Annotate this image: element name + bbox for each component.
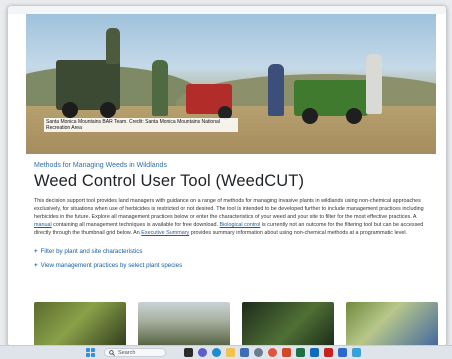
hero-caption: Santa Monica Mountains BAR Team. Credit:… <box>44 118 238 132</box>
page-title: Weed Control User Tool (WeedCUT) <box>34 172 305 190</box>
task-view-icon[interactable] <box>184 348 193 357</box>
taskbar: Search <box>0 345 452 359</box>
main-content: Methods for Managing Weeds in Wildlands … <box>34 156 430 269</box>
chrome-icon[interactable] <box>268 348 277 357</box>
species-accordion-toggle[interactable]: + View management practices by select pl… <box>34 262 430 269</box>
manual-link[interactable]: manual <box>34 222 52 228</box>
plus-icon: + <box>34 262 38 270</box>
windows-start-icon[interactable] <box>86 348 95 357</box>
thumbnail-3[interactable] <box>242 302 334 346</box>
browser-window: Santa Monica Mountains BAR Team. Credit:… <box>7 5 447 347</box>
chat-icon[interactable] <box>198 348 207 357</box>
acrobat-icon[interactable] <box>324 348 333 357</box>
filter-accordion-toggle[interactable]: + Filter by plant and site characteristi… <box>34 248 430 255</box>
hero-photo: Santa Monica Mountains BAR Team. Credit:… <box>26 14 436 154</box>
thumbnail-1[interactable] <box>34 302 126 346</box>
taskbar-search[interactable]: Search <box>104 348 166 357</box>
thumbnail-4[interactable] <box>346 302 438 346</box>
practice-thumbnail-grid <box>34 302 438 346</box>
section-eyebrow: Methods for Managing Weeds in Wildlands <box>34 162 167 169</box>
person-blue-shirt <box>268 64 284 116</box>
settings-icon[interactable] <box>254 348 263 357</box>
outlook-icon[interactable] <box>310 348 319 357</box>
executive-summary-link[interactable]: Executive Summary <box>141 230 189 236</box>
biological-control-link[interactable]: Biological control <box>220 222 261 228</box>
excel-icon[interactable] <box>296 348 305 357</box>
edge-icon[interactable] <box>212 348 221 357</box>
search-icon <box>109 349 115 356</box>
person-white-shirt <box>366 54 382 114</box>
search-placeholder: Search <box>118 349 136 356</box>
store-icon[interactable] <box>240 348 249 357</box>
plus-icon: + <box>34 248 38 256</box>
office-icon[interactable] <box>282 348 291 357</box>
word-icon[interactable] <box>338 348 347 357</box>
intro-paragraph: This decision support tool provides land… <box>34 198 424 237</box>
file-explorer-icon[interactable] <box>226 348 235 357</box>
page-top-gap <box>8 6 446 14</box>
person-standing-vehicle <box>106 28 120 64</box>
person-green-shirt <box>152 60 168 116</box>
photos-icon[interactable] <box>352 348 361 357</box>
thumbnail-2[interactable] <box>138 302 230 346</box>
